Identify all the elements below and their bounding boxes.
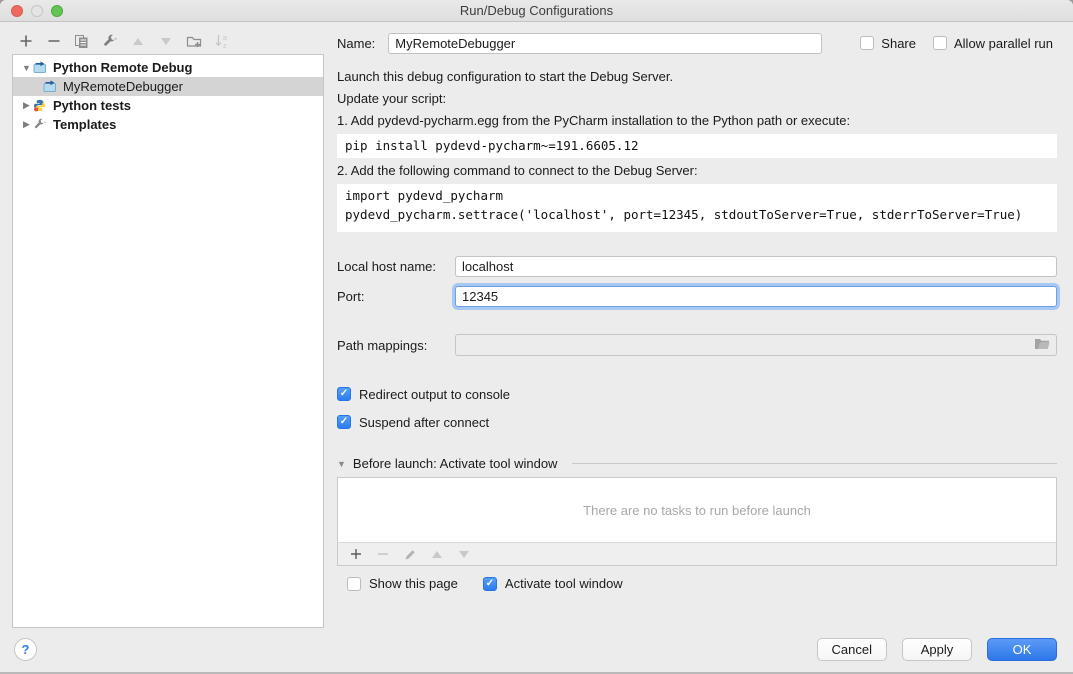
configurations-tree: ▼ Python Remote Debug MyRemoteDebugger ▶… bbox=[12, 54, 324, 628]
chevron-collapsed-icon[interactable]: ▶ bbox=[20, 119, 33, 130]
remove-configuration-icon[interactable] bbox=[45, 33, 62, 50]
zoom-window-button[interactable] bbox=[51, 5, 63, 17]
port-row: Port: bbox=[337, 286, 1057, 307]
pip-install-code: pip install pydevd-pycharm~=191.6605.12 bbox=[337, 134, 1057, 158]
path-mappings-label: Path mappings: bbox=[337, 338, 455, 353]
output-options: Redirect output to console Suspend after… bbox=[337, 386, 1057, 430]
port-label: Port: bbox=[337, 289, 455, 304]
tree-item-label: MyRemoteDebugger bbox=[63, 79, 183, 94]
connection-fields: Local host name: Port: Path mappings: bbox=[337, 256, 1057, 356]
apply-button[interactable]: Apply bbox=[902, 638, 972, 661]
name-row: Name: Share Allow parallel run bbox=[337, 32, 1057, 54]
svg-text:z: z bbox=[223, 43, 227, 49]
allow-parallel-run-checkbox[interactable] bbox=[933, 36, 947, 50]
chevron-expanded-icon[interactable]: ▼ bbox=[20, 63, 33, 73]
add-task-icon[interactable] bbox=[349, 547, 363, 561]
tree-item-label: Python tests bbox=[53, 98, 131, 113]
edit-defaults-wrench-icon[interactable] bbox=[101, 33, 118, 50]
allow-parallel-run-label: Allow parallel run bbox=[954, 36, 1053, 51]
sort-alphabetically-icon: az bbox=[213, 33, 230, 50]
local-host-label: Local host name: bbox=[337, 259, 455, 274]
local-host-row: Local host name: bbox=[337, 256, 1057, 277]
title-bar: Run/Debug Configurations bbox=[0, 0, 1073, 22]
path-mappings-row: Path mappings: bbox=[337, 334, 1057, 356]
share-label: Share bbox=[881, 36, 916, 51]
path-mappings-field[interactable] bbox=[455, 334, 1057, 356]
remove-task-icon bbox=[376, 547, 390, 561]
dialog-body: az ▼ Python Remote Debug MyRemoteDebugge… bbox=[0, 23, 1073, 672]
cancel-button[interactable]: Cancel bbox=[817, 638, 887, 661]
section-divider bbox=[572, 463, 1057, 464]
activate-tool-window-checkbox[interactable] bbox=[483, 577, 497, 591]
add-configuration-icon[interactable] bbox=[17, 33, 34, 50]
page-options-row: Show this page Activate tool window bbox=[337, 576, 1057, 591]
redirect-output-checkbox[interactable] bbox=[337, 387, 351, 401]
share-checkbox[interactable] bbox=[860, 36, 874, 50]
svg-text:a: a bbox=[223, 35, 227, 42]
settrace-code: import pydevd_pycharm pydevd_pycharm.set… bbox=[337, 184, 1057, 232]
dialog-buttons: Cancel Apply OK bbox=[817, 638, 1057, 661]
before-launch-section: ▼ Before launch: Activate tool window Th… bbox=[337, 456, 1057, 591]
step2-text: 2. Add the following command to connect … bbox=[337, 160, 1057, 182]
settrace-code-line1: import pydevd_pycharm bbox=[345, 186, 1049, 205]
name-label: Name: bbox=[337, 36, 375, 51]
help-button[interactable]: ? bbox=[14, 638, 37, 661]
folder-browse-icon[interactable] bbox=[1034, 337, 1050, 353]
task-list-toolbar bbox=[338, 542, 1056, 565]
minimize-window-button bbox=[31, 5, 43, 17]
update-script-text: Update your script: bbox=[337, 88, 1057, 110]
tree-item-python-tests[interactable]: ▶ Python tests bbox=[13, 96, 323, 115]
section-collapse-icon[interactable]: ▼ bbox=[337, 459, 346, 469]
run-config-icon bbox=[33, 61, 48, 74]
show-this-page-label: Show this page bbox=[369, 576, 458, 591]
tree-item-python-remote-debug[interactable]: ▼ Python Remote Debug bbox=[13, 58, 323, 77]
move-down-icon bbox=[157, 33, 174, 50]
name-input[interactable] bbox=[388, 33, 822, 54]
empty-task-list-text: There are no tasks to run before launch bbox=[338, 478, 1056, 542]
suspend-after-connect-row[interactable]: Suspend after connect bbox=[337, 414, 1057, 430]
share-checkbox-group[interactable]: Share bbox=[860, 36, 916, 51]
traffic-lights bbox=[11, 5, 63, 17]
redirect-output-label: Redirect output to console bbox=[359, 387, 510, 402]
configuration-form: Name: Share Allow parallel run Launch th… bbox=[337, 32, 1057, 591]
ok-button[interactable]: OK bbox=[987, 638, 1057, 661]
close-window-button[interactable] bbox=[11, 5, 23, 17]
run-config-icon bbox=[43, 80, 58, 93]
configurations-toolbar: az bbox=[17, 31, 230, 51]
suspend-after-connect-label: Suspend after connect bbox=[359, 415, 489, 430]
move-task-up-icon bbox=[430, 547, 444, 561]
settrace-code-line2: pydevd_pycharm.settrace('localhost', por… bbox=[345, 205, 1049, 224]
step1-text: 1. Add pydevd-pycharm.egg from the PyCha… bbox=[337, 110, 1057, 132]
intro-text: Launch this debug configuration to start… bbox=[337, 66, 1057, 88]
tree-item-myremotedebugger[interactable]: MyRemoteDebugger bbox=[13, 77, 323, 96]
allow-parallel-run-checkbox-group[interactable]: Allow parallel run bbox=[933, 36, 1053, 51]
tree-item-templates[interactable]: ▶ Templates bbox=[13, 115, 323, 134]
redirect-output-row[interactable]: Redirect output to console bbox=[337, 386, 1057, 402]
suspend-after-connect-checkbox[interactable] bbox=[337, 415, 351, 429]
copy-configuration-icon[interactable] bbox=[73, 33, 90, 50]
activate-tool-window-label: Activate tool window bbox=[505, 576, 623, 591]
move-up-icon bbox=[129, 33, 146, 50]
python-icon bbox=[33, 99, 48, 112]
show-this-page-checkbox[interactable] bbox=[347, 577, 361, 591]
before-launch-title: Before launch: Activate tool window bbox=[353, 456, 558, 471]
tree-item-label: Python Remote Debug bbox=[53, 60, 192, 75]
tree-item-label: Templates bbox=[53, 117, 116, 132]
run-debug-configurations-dialog: Run/Debug Configurations az bbox=[0, 0, 1073, 674]
chevron-collapsed-icon[interactable]: ▶ bbox=[20, 100, 33, 111]
before-launch-task-list: There are no tasks to run before launch bbox=[337, 477, 1057, 566]
window-title: Run/Debug Configurations bbox=[460, 3, 613, 18]
edit-task-pencil-icon bbox=[403, 547, 417, 561]
move-task-down-icon bbox=[457, 547, 471, 561]
new-folder-icon[interactable] bbox=[185, 33, 202, 50]
before-launch-header[interactable]: ▼ Before launch: Activate tool window bbox=[337, 456, 1057, 471]
wrench-icon bbox=[33, 118, 48, 131]
port-input[interactable] bbox=[455, 286, 1057, 307]
local-host-input[interactable] bbox=[455, 256, 1057, 277]
